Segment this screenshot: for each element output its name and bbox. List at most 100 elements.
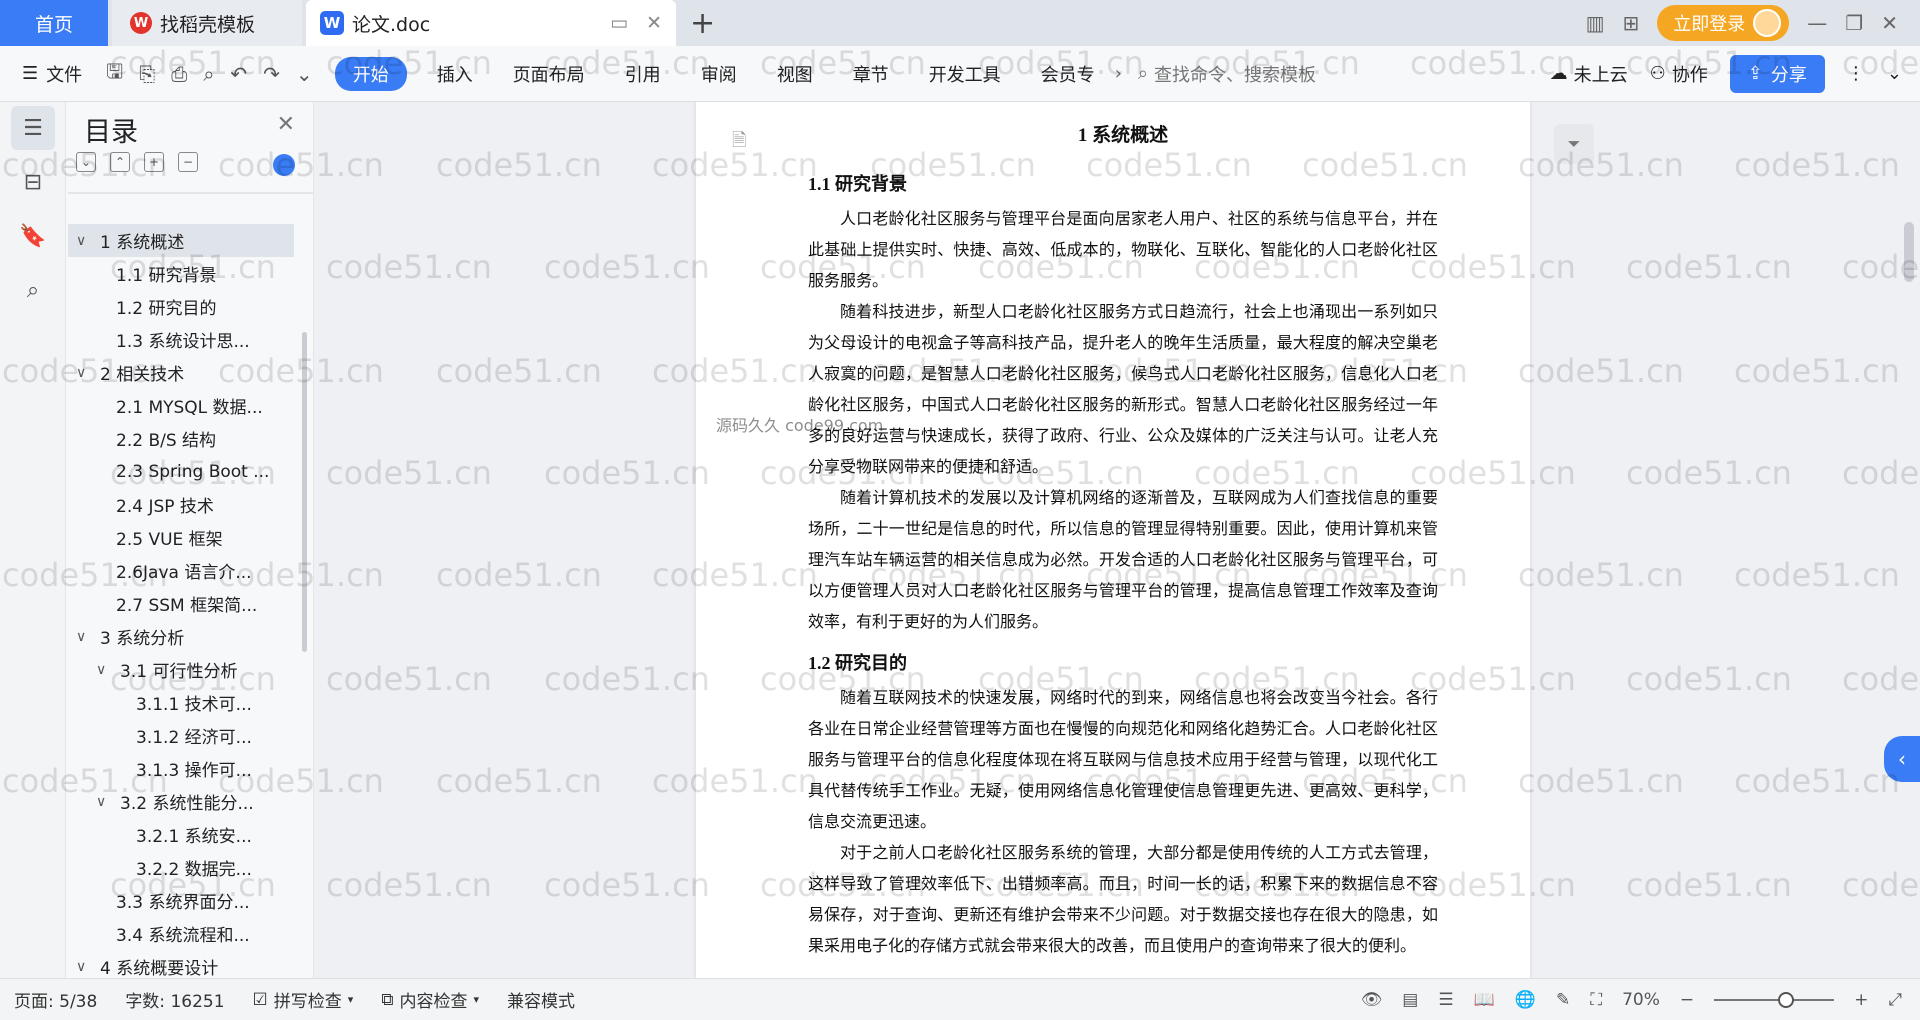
toc-item[interactable]: 1.1 研究背景 — [68, 257, 294, 290]
page-count[interactable]: 页面: 5/38 — [0, 987, 111, 1012]
collapse-ribbon-icon[interactable]: ⌄ — [1887, 63, 1902, 84]
toc-item[interactable]: 1.3 系统设计思... — [68, 323, 294, 356]
toc-item[interactable]: 2.3 Spring Boot ... — [68, 455, 294, 488]
command-search[interactable]: ⌕ 查找命令、搜索模板 — [1138, 61, 1316, 87]
page-menu-icon[interactable]: 🗎 — [732, 128, 746, 158]
save-as-icon[interactable]: ⎘ — [139, 62, 155, 86]
chevron-down-icon[interactable]: ∨ — [76, 629, 92, 645]
toc-item[interactable]: 3.2.2 数据完... — [68, 851, 294, 884]
collab-button[interactable]: ⚇ 协作 — [1650, 61, 1708, 87]
page-view-icon[interactable]: ▤ — [1402, 990, 1418, 1010]
print-preview-icon[interactable]: ⌕ — [203, 62, 214, 86]
toc-item[interactable]: ∨ 3.2 系统性能分... — [68, 785, 294, 818]
expand-sidebar-icon[interactable]: ‹ — [1884, 736, 1920, 782]
remove-heading-icon[interactable]: − — [178, 152, 198, 172]
web-view-icon[interactable]: 🌐 — [1515, 990, 1536, 1010]
chevron-down-icon[interactable]: ∨ — [76, 233, 92, 249]
toc-item[interactable]: 2.7 SSM 框架简... — [68, 587, 294, 620]
tab-start[interactable]: 开始 — [334, 56, 407, 91]
file-menu-button[interactable]: ☰ 文件 — [22, 61, 82, 87]
toc-item[interactable]: 2.4 JSP 技术 — [68, 488, 294, 521]
toc-item[interactable]: 3.1.2 经济可... — [68, 719, 294, 752]
toc-item[interactable]: ∨ 2 相关技术 — [68, 356, 294, 389]
zoom-in-icon[interactable]: + — [1854, 990, 1868, 1010]
document-body[interactable]: 1 系统概述 1.1 研究背景 人口老龄化社区服务与管理平台是面向居家老人用户、社… — [808, 120, 1438, 962]
document-page[interactable]: 🗎 1 系统概述 1.1 研究背景 人口老龄化社区服务与管理平台是面向居家老人用户… — [696, 102, 1530, 978]
toc-item[interactable]: ∨ 4 系统概要设计 — [68, 950, 294, 979]
find-icon[interactable]: ⌕ — [11, 268, 55, 312]
chapter-nav-icon[interactable]: ⊟ — [11, 160, 55, 204]
undo-icon[interactable]: ↶ — [230, 62, 247, 86]
tab-insert[interactable]: 插入 — [417, 61, 493, 87]
window-mode-icon[interactable]: ▭ — [610, 12, 628, 34]
add-heading-icon[interactable]: + — [144, 152, 164, 172]
chevron-down-icon[interactable]: ∨ — [76, 365, 92, 381]
expand-all-icon[interactable]: ⌄ — [76, 152, 96, 172]
tab-chapter[interactable]: 章节 — [833, 61, 909, 87]
close-icon[interactable]: ✕ — [277, 112, 295, 137]
spell-check-button[interactable]: ☑ 拼写检查 ▾ — [239, 987, 368, 1013]
zoom-slider-thumb[interactable] — [1778, 991, 1795, 1008]
fit-page-icon[interactable]: ⛶ — [1590, 990, 1602, 1010]
toc-item[interactable]: 3.2.1 系统安... — [68, 818, 294, 851]
document-scrollbar[interactable] — [1904, 102, 1914, 978]
toc-item[interactable]: 3.3 系统界面分... — [68, 884, 294, 917]
new-tab-icon[interactable]: + — [690, 6, 715, 41]
more-options-icon[interactable]: ⋮ — [1847, 63, 1865, 84]
reading-layout-icon[interactable]: ▥ — [1586, 11, 1605, 35]
share-button[interactable]: ⇪ 分享 — [1729, 54, 1825, 93]
toc-item[interactable]: 2.1 MYSQL 数据... — [68, 389, 294, 422]
fullscreen-icon[interactable]: ⤢ — [1888, 990, 1902, 1010]
toc-panel-icon[interactable]: ☰ — [11, 106, 55, 150]
apps-grid-icon[interactable]: ⊞ — [1623, 11, 1640, 35]
collapse-all-icon[interactable]: ⌃ — [110, 152, 130, 172]
tab-daoke-templates[interactable]: W 找稻壳模板 — [112, 0, 302, 46]
tab-home[interactable]: 首页 — [0, 0, 108, 46]
redo-icon[interactable]: ↷ — [263, 62, 280, 86]
customize-toolbar-icon[interactable]: ⌄ — [296, 62, 313, 86]
toc-item[interactable]: 2.5 VUE 框架 — [68, 521, 294, 554]
outline-view-icon[interactable]: ☰ — [1438, 990, 1453, 1010]
zoom-out-icon[interactable]: − — [1680, 990, 1694, 1010]
toc-item[interactable]: 3.1.1 技术可... — [68, 686, 294, 719]
eye-protection-icon[interactable]: 👁 — [1361, 990, 1383, 1010]
minimize-icon[interactable]: — — [1807, 11, 1827, 35]
tab-member[interactable]: 会员专 — [1021, 61, 1115, 87]
toc-item[interactable]: ∨ 3.1 可行性分析 — [68, 653, 294, 686]
content-check-button[interactable]: ⧉ 内容检查 ▾ — [367, 987, 493, 1013]
tab-page-layout[interactable]: 页面布局 — [493, 61, 605, 87]
chevron-down-icon[interactable]: ∨ — [96, 794, 112, 810]
ai-assistant-icon[interactable] — [273, 154, 295, 176]
restore-icon[interactable]: ❐ — [1845, 11, 1863, 35]
tab-review[interactable]: 审阅 — [681, 61, 757, 87]
toc-item[interactable]: 2.2 B/S 结构 — [68, 422, 294, 455]
word-count[interactable]: 字数: 16251 — [111, 987, 238, 1012]
filter-icon[interactable]: ⏷ — [1554, 124, 1594, 164]
more-tabs-icon[interactable]: › — [1115, 63, 1122, 84]
tab-developer[interactable]: 开发工具 — [909, 61, 1021, 87]
login-button[interactable]: 立即登录 — [1657, 5, 1790, 41]
toc-item[interactable]: 3.4 系统流程和... — [68, 917, 294, 950]
print-icon[interactable]: ⎙ — [171, 62, 187, 86]
toc-item[interactable]: ∨ 1 系统概述 — [68, 224, 294, 257]
bookmark-icon[interactable]: 🔖 — [11, 214, 55, 258]
chevron-down-icon[interactable]: ∨ — [76, 959, 92, 975]
toc-scrollbar[interactable] — [302, 332, 307, 652]
tab-document[interactable]: W 论文.doc ▭ ✕ — [306, 0, 676, 46]
toc-item[interactable]: 1.2 研究目的 — [68, 290, 294, 323]
cloud-status-button[interactable]: ☁ 未上云 — [1550, 61, 1628, 87]
zoom-slider[interactable] — [1714, 991, 1835, 1008]
tab-view[interactable]: 视图 — [757, 61, 833, 87]
reading-view-icon[interactable]: 📖 — [1474, 990, 1495, 1010]
toc-item[interactable]: ∨ 3 系统分析 — [68, 620, 294, 653]
tab-references[interactable]: 引用 — [605, 61, 681, 87]
close-tab-icon[interactable]: ✕ — [646, 12, 662, 34]
zoom-level[interactable]: 70% — [1622, 990, 1660, 1010]
toc-item[interactable]: 3.1.3 操作可... — [68, 752, 294, 785]
window-close-icon[interactable]: ✕ — [1881, 11, 1898, 35]
toc-item[interactable]: 2.6Java 语言介... — [68, 554, 294, 587]
chevron-down-icon[interactable]: ∨ — [96, 662, 112, 678]
scroll-thumb[interactable] — [1904, 222, 1914, 282]
write-mode-icon[interactable]: ✎ — [1556, 990, 1570, 1010]
save-icon[interactable]: 🖫 — [106, 57, 123, 91]
